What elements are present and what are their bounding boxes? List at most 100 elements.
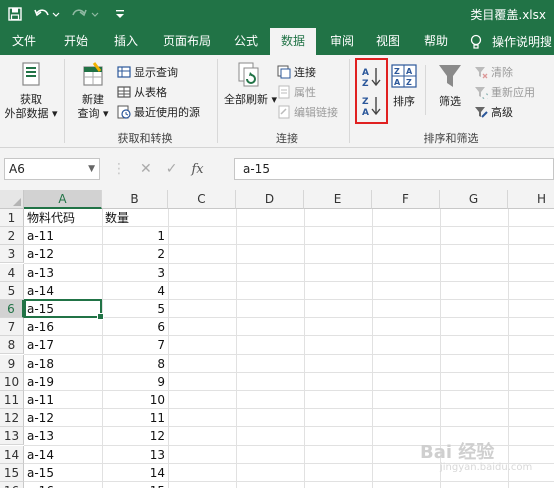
cell-a[interactable]: a-13 [24,264,102,282]
row-header[interactable]: 6 [0,300,24,318]
sort-button[interactable]: ZAAZ 排序 [388,61,420,109]
tab-insert[interactable]: 插入 [106,28,146,55]
enter-icon[interactable]: ✓ [166,161,178,177]
row-header[interactable]: 9 [0,354,24,373]
row-header[interactable]: 10 [0,372,24,391]
grid-vline [236,209,237,488]
cell-a[interactable]: a-13 [24,427,102,445]
column-header-a[interactable]: A [24,190,102,209]
cell-a[interactable]: a-18 [24,355,102,373]
insert-function-icon[interactable]: fx [191,162,203,177]
column-header-c[interactable]: C [168,190,236,209]
reapply-icon [474,85,490,101]
row-header[interactable]: 5 [0,281,24,300]
cell-a[interactable]: a-14 [24,282,102,300]
grid-icon [117,85,131,99]
svg-text:A: A [406,67,413,76]
link-icon [277,105,291,119]
cell-a[interactable]: 物料代码 [24,209,102,227]
chevron-down-icon[interactable]: ▼ [88,159,95,179]
cell-a[interactable]: a-12 [24,409,102,427]
recent-sources-button[interactable]: 最近使用的源 [117,103,200,120]
tab-help[interactable]: 帮助 [416,28,456,55]
column-header-b[interactable]: B [102,190,168,209]
cell-b[interactable]: 9 [102,373,168,391]
connections-button[interactable]: 连接 [277,63,316,80]
cell-b[interactable]: 11 [102,409,168,427]
undo-icon[interactable] [32,4,62,24]
cell-b[interactable]: 6 [102,318,168,336]
cell-b[interactable]: 数量 [102,209,168,227]
redo-icon[interactable] [68,4,102,24]
cell-b[interactable]: 4 [102,282,168,300]
row-header[interactable]: 2 [0,227,24,246]
cell-a[interactable]: a-16 [24,482,102,488]
column-header-f[interactable]: F [372,190,440,209]
cell-a[interactable]: a-17 [24,336,102,354]
show-queries-button[interactable]: 显示查询 [117,63,178,80]
filter-button[interactable]: 筛选 [432,61,468,109]
row-header[interactable]: 3 [0,245,24,264]
save-icon[interactable] [6,4,24,24]
row-header[interactable]: 12 [0,409,24,428]
cell-a[interactable]: a-12 [24,245,102,263]
tab-review[interactable]: 审阅 [322,28,362,55]
row-header[interactable]: 15 [0,463,24,482]
from-table-button[interactable]: 从表格 [117,83,167,100]
get-external-data-button[interactable]: 获取 外部数据 ▾ [2,61,60,121]
row-header[interactable]: 13 [0,427,24,446]
advanced-button[interactable]: 高级 [474,103,513,120]
reapply-button[interactable]: 重新应用 [474,83,535,101]
advanced-filter-icon [474,105,488,119]
row-header[interactable]: 8 [0,336,24,355]
refresh-all-button[interactable]: 全部刷新 ▾ [224,61,277,107]
formula-buttons: ⋮ ✕ ✓ fx [110,158,228,180]
row-header[interactable]: 14 [0,445,24,464]
row-header[interactable]: 1 [0,209,24,227]
name-box[interactable]: A6 ▼ [4,158,100,180]
tell-me-box[interactable]: 操作说明搜 [470,28,552,55]
cell-a[interactable]: a-19 [24,373,102,391]
tab-data[interactable]: 数据 [270,28,316,56]
cell-b[interactable]: 2 [102,245,168,263]
properties-button[interactable]: 属性 [277,83,316,100]
tab-home[interactable]: 开始 [56,28,96,55]
cell-b[interactable]: 3 [102,264,168,282]
select-all-button[interactable] [0,190,24,209]
cell-a[interactable]: a-16 [24,318,102,336]
cancel-icon[interactable]: ✕ [140,161,152,177]
tab-view[interactable]: 视图 [368,28,408,55]
cell-b[interactable]: 8 [102,355,168,373]
cell-b[interactable]: 7 [102,336,168,354]
cell-b[interactable]: 15 [102,482,168,488]
column-header-h[interactable]: H [508,190,554,209]
row-header[interactable]: 7 [0,318,24,337]
cell-a[interactable]: a-11 [24,227,102,245]
cell-a[interactable]: a-11 [24,391,102,409]
cell-b[interactable]: 13 [102,446,168,464]
grid-vline [372,209,373,488]
tab-page-layout[interactable]: 页面布局 [156,28,218,55]
edit-links-button[interactable]: 编辑链接 [277,103,338,120]
cell-b[interactable]: 5 [102,300,168,318]
customize-icon[interactable] [112,4,128,24]
formula-input[interactable]: a-15 [234,158,554,180]
column-header-e[interactable]: E [304,190,372,209]
formula-bar-area: A6 ▼ ⋮ ✕ ✓ fx a-15 [0,148,554,190]
row-header[interactable]: 16 [0,482,24,488]
row-header[interactable]: 11 [0,391,24,409]
row-header[interactable]: 4 [0,263,24,282]
cell-a[interactable]: a-14 [24,446,102,464]
cell-b[interactable]: 10 [102,391,168,409]
cell-b[interactable]: 14 [102,464,168,482]
new-query-button[interactable]: 新建 查询 ▾ [72,61,114,121]
cell-a[interactable]: a-15 [24,464,102,482]
cell-b[interactable]: 1 [102,227,168,245]
column-header-d[interactable]: D [236,190,304,209]
tab-formulas[interactable]: 公式 [226,28,266,55]
advanced-label: 高级 [491,105,513,119]
column-header-g[interactable]: G [440,190,508,209]
cell-b[interactable]: 12 [102,427,168,445]
clear-button[interactable]: 清除 [474,63,513,80]
tab-file[interactable]: 文件 [4,28,44,55]
